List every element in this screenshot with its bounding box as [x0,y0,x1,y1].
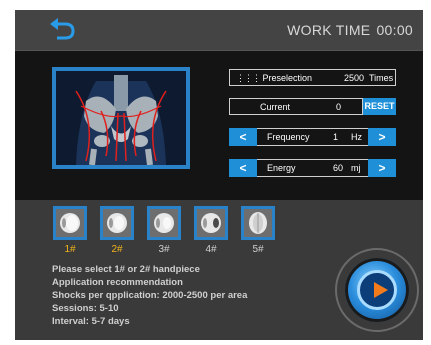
handpiece-4-button[interactable] [194,206,228,240]
info-interval: Interval: 5-7 days [52,316,130,327]
frequency-unit: Hz [351,132,362,142]
start-button[interactable] [345,258,409,322]
handpiece-3-button[interactable] [147,206,181,240]
current-label: Current [260,102,291,112]
handpiece-2-button[interactable] [100,206,134,240]
frequency-value: 1 [333,132,339,142]
info-recommendation-heading: Application recommendation [52,277,183,288]
energy-value: 60 [333,163,344,173]
info-select-prompt: Please select 1# or 2# handpiece [52,264,200,275]
energy-decrease-button[interactable]: < [229,159,257,177]
energy-label: Energy [267,163,296,173]
top-bar: WORK TIME 00:00 [15,10,423,51]
preselection-label: ⋮⋮⋮ Preselection [236,73,313,83]
handpiece-icon [197,209,225,237]
info-shocks: Shocks per qpplication: 2000-2500 per ar… [52,290,248,301]
reset-button[interactable]: RESET [363,98,396,115]
handpiece-5-button[interactable] [241,206,275,240]
frequency-label: Frequency [267,132,310,142]
anatomy-image [52,67,190,169]
chevron-left-icon: < [239,130,247,144]
handpiece-icon [103,209,131,237]
handpiece-2-label: 2# [111,244,123,255]
handpiece-icon [150,209,178,237]
dots-grid-icon: ⋮⋮⋮ [236,73,261,83]
preselection-unit: Times [369,73,394,83]
back-arrow-icon [50,18,75,40]
parameter-panel: ⋮⋮⋮ Preselection 2500 Times Current 0 RE… [15,51,423,200]
work-time-label: WORK TIME [287,22,371,38]
energy-increase-button[interactable]: > [368,159,396,177]
work-time-display: WORK TIME 00:00 [287,22,413,38]
handpiece-icon [56,209,84,237]
pelvis-illustration [56,71,186,165]
handpiece-1-button[interactable] [53,206,87,240]
play-icon-disc [357,270,397,310]
handpiece-4-label: 4# [205,244,217,255]
frequency-decrease-button[interactable]: < [229,128,257,146]
back-button[interactable] [49,18,79,42]
energy-unit: mj [351,163,361,173]
work-time-value: 00:00 [376,22,413,38]
handpiece-3-label: 3# [158,244,170,255]
device-screen: WORK TIME 00:00 ⋮⋮⋮ Preselection 2500 Ti… [15,10,423,340]
energy-stepper: < Energy 60 mj > [229,159,396,177]
current-value: 0 [336,102,342,112]
chevron-left-icon: < [239,161,247,175]
play-icon [374,282,388,298]
handpiece-5-label: 5# [252,244,264,255]
energy-display: Energy 60 mj [257,159,368,177]
frequency-increase-button[interactable]: > [368,128,396,146]
preselection-value: 2500 [344,73,365,83]
handpiece-icon [244,209,272,237]
info-sessions: Sessions: 5-10 [52,303,119,314]
handpiece-1-label: 1# [64,244,76,255]
chevron-right-icon: > [378,130,386,144]
frequency-display: Frequency 1 Hz [257,128,368,146]
preselection-field[interactable]: ⋮⋮⋮ Preselection 2500 Times [229,69,396,86]
frequency-stepper: < Frequency 1 Hz > [229,128,396,146]
chevron-right-icon: > [378,161,386,175]
current-field: Current 0 [229,98,363,115]
